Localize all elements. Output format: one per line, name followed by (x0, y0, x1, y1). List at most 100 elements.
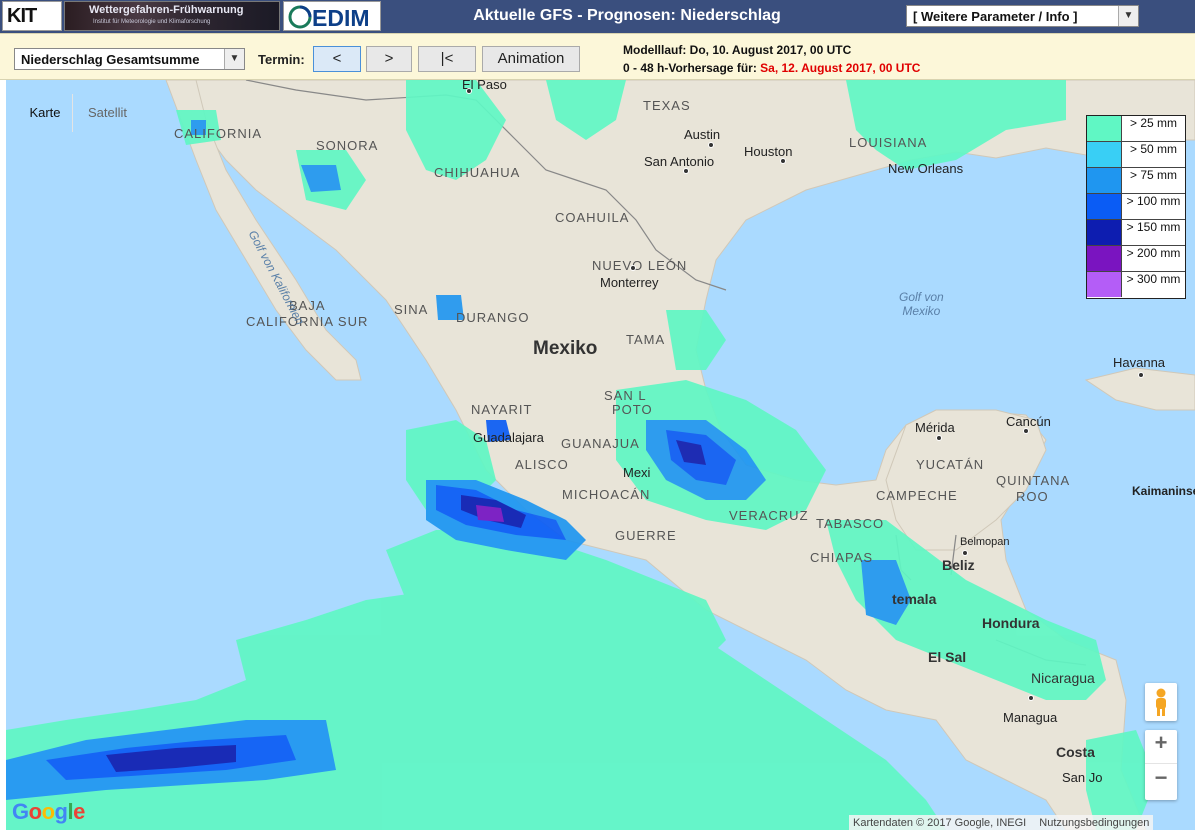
first-button[interactable]: |< (418, 46, 476, 72)
page: KIT Wettergefahren-Frühwarnung Institut … (0, 0, 1195, 835)
legend-swatch (1087, 272, 1121, 297)
city-dot (780, 158, 786, 164)
label-austin: Austin (684, 127, 721, 142)
label-veracruz: VERACRUZ (729, 508, 809, 523)
city-dot (1138, 372, 1144, 378)
label-quintana: QUINTANA (996, 473, 1071, 488)
legend-label: > 300 mm (1121, 272, 1185, 297)
map-type-karte-button[interactable]: Karte (18, 94, 72, 132)
city-dot (683, 168, 689, 174)
legend-row: > 300 mm (1087, 272, 1185, 298)
model-run-text: Modelllauf: Do, 10. August 2017, 00 UTC (623, 43, 852, 57)
legend-row: > 50 mm (1087, 142, 1185, 168)
label-texas: TEXAS (643, 98, 691, 113)
label-nicaragua: Nicaragua (1031, 670, 1095, 686)
banner-subtitle: Institut für Meteorologie und Klimaforsc… (93, 19, 211, 25)
label-el-salvador: El Sal (928, 649, 967, 665)
label-michoacan: MICHOACÁN (562, 487, 651, 502)
field-select[interactable]: Niederschlag Gesamtsumme ▼ (14, 48, 245, 70)
kit-logo[interactable]: KIT (2, 1, 62, 31)
label-guerrero: GUERRE (615, 528, 677, 543)
forecast-prefix: 0 - 48 h-Vorhersage für: (623, 61, 757, 75)
previous-button[interactable]: < (313, 46, 361, 72)
label-gulf-of-mexico: Golf von Mexiko (899, 290, 944, 318)
field-select-value: Niederschlag Gesamtsumme (21, 52, 200, 67)
map-canvas[interactable]: Mexiko Nicaragua Costa Beliz Hondura tem… (6, 80, 1195, 830)
legend-row: > 200 mm (1087, 246, 1185, 272)
label-san-jose: San Jo (1062, 770, 1103, 785)
cedim-logo[interactable]: EDIM (283, 1, 381, 31)
label-jalisco: ALISCO (515, 457, 569, 472)
label-chiapas: CHIAPAS (810, 550, 874, 565)
label-havanna: Havanna (1113, 355, 1166, 370)
label-potosi: POTO (612, 402, 653, 417)
header-bar: KIT Wettergefahren-Frühwarnung Institut … (0, 0, 1195, 33)
label-cancun: Cancún (1006, 414, 1051, 429)
label-san-antonio: San Antonio (644, 154, 715, 169)
label-durango: DURANGO (456, 310, 530, 325)
city-dot (1023, 428, 1029, 434)
label-belmopan: Belmopan (960, 536, 1010, 548)
label-tabasco: TABASCO (816, 516, 885, 531)
label-sinaloa: SINA (394, 302, 429, 317)
zoom-out-button[interactable]: − (1145, 765, 1177, 799)
label-louisiana: LOUISIANA (849, 135, 928, 150)
label-guanajuato: GUANAJUA (561, 436, 640, 451)
legend-label: > 100 mm (1121, 194, 1185, 219)
pegman-button[interactable] (1145, 683, 1177, 721)
wettergefahren-banner[interactable]: Wettergefahren-Frühwarnung Institut für … (64, 1, 280, 31)
label-california: CALIFORNIA (174, 126, 263, 141)
legend-row: > 75 mm (1087, 168, 1185, 194)
label-san-luis: SAN L (604, 388, 647, 403)
cedim-ring-icon (288, 5, 312, 29)
map-type-satellit-button[interactable]: Satellit (72, 94, 142, 132)
label-monterrey: Monterrey (600, 275, 659, 290)
banner-title: Wettergefahren-Frühwarnung (89, 4, 244, 16)
animation-button[interactable]: Animation (482, 46, 580, 72)
label-mexiko: Mexiko (533, 338, 598, 359)
legend-swatch (1087, 116, 1121, 141)
legend-label: > 150 mm (1121, 220, 1185, 245)
city-dot (962, 550, 968, 556)
terms-link[interactable]: Nutzungsbedingungen (1039, 817, 1149, 829)
map-attribution: Kartendaten © 2017 Google, INEGI Nutzung… (849, 815, 1154, 830)
chevron-down-icon: ▼ (1118, 6, 1138, 26)
city-dot (466, 88, 472, 94)
cedim-logo-text: EDIM (312, 5, 370, 31)
label-tamaulipas: TAMA (626, 332, 666, 347)
label-houston: Houston (744, 144, 793, 159)
next-button[interactable]: > (366, 46, 412, 72)
city-dot (936, 435, 942, 441)
toolbar: Niederschlag Gesamtsumme ▼ Termin: < > |… (0, 33, 1195, 80)
pegman-icon (1156, 688, 1166, 716)
termin-label: Termin: (258, 52, 305, 67)
label-costa: Costa (1056, 744, 1095, 760)
parameter-select[interactable]: [ Weitere Parameter / Info ] ▼ (906, 5, 1139, 27)
label-coahuila: COAHUILA (555, 210, 630, 225)
legend-swatch (1087, 246, 1121, 271)
label-campeche: CAMPECHE (876, 488, 958, 503)
label-guatemala: temala (892, 591, 937, 607)
legend-swatch (1087, 220, 1121, 245)
attribution-text: Kartendaten © 2017 Google, INEGI (853, 817, 1027, 829)
label-managua: Managua (1003, 710, 1058, 725)
label-beliz: Beliz (942, 557, 975, 573)
label-chihuahua: CHIHUAHUA (434, 165, 521, 180)
zoom-control: + − (1145, 730, 1177, 800)
page-title: Aktuelle GFS - Prognosen: Niederschlag (473, 7, 781, 24)
legend-label: > 25 mm (1121, 116, 1185, 141)
label-nayarit: NAYARIT (471, 402, 533, 417)
label-roo: ROO (1016, 489, 1049, 504)
zoom-in-button[interactable]: + (1145, 730, 1177, 764)
city-dot (708, 142, 714, 148)
label-california-sur: CALIFORNIA SUR (246, 314, 369, 329)
parameter-select-value: [ Weitere Parameter / Info ] (913, 9, 1078, 24)
google-logo[interactable]: Google (12, 799, 85, 825)
label-new-orleans: New Orleans (888, 161, 964, 176)
legend-label: > 75 mm (1121, 168, 1185, 193)
legend-row: > 100 mm (1087, 194, 1185, 220)
legend-swatch (1087, 168, 1121, 193)
city-dot (630, 265, 636, 271)
label-sonora: SONORA (316, 138, 379, 153)
legend-label: > 50 mm (1121, 142, 1185, 167)
